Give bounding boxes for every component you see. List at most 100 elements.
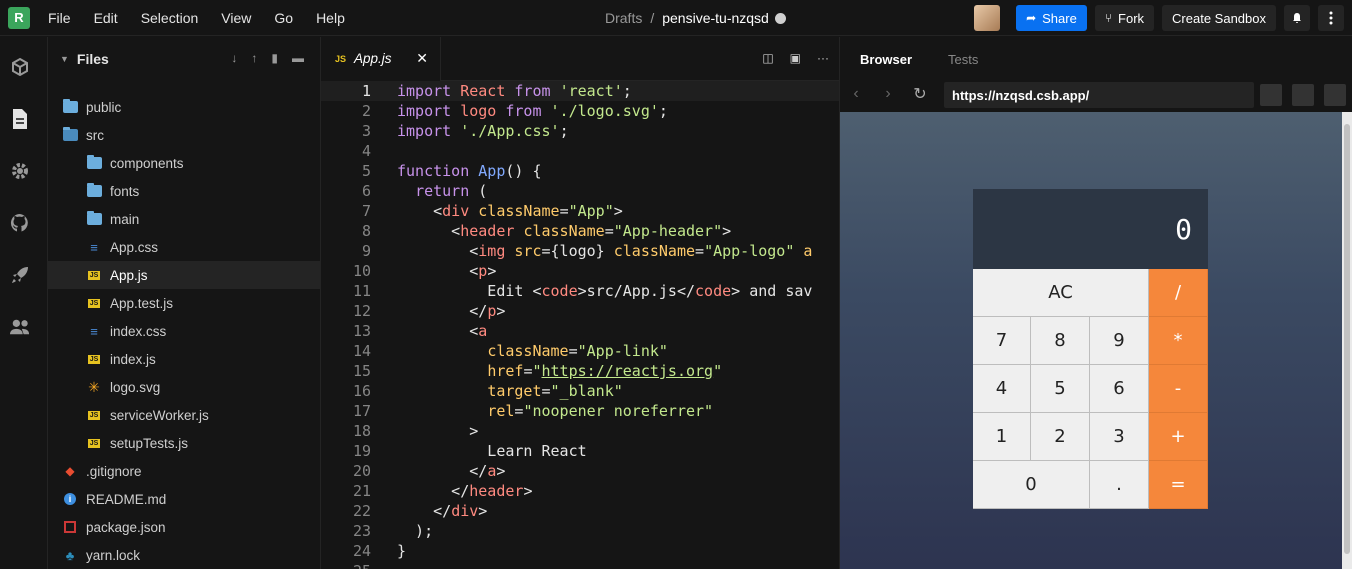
file-tree-label: logo.svg	[110, 379, 161, 395]
key-divide[interactable]: /	[1149, 269, 1208, 317]
file-tree-item[interactable]: package.json	[48, 513, 320, 541]
js-file-icon: JS	[87, 270, 101, 280]
info-icon: i	[62, 492, 78, 506]
file-tree-item[interactable]: main	[48, 205, 320, 233]
key-4[interactable]: 4	[973, 365, 1031, 413]
key-3[interactable]: 3	[1090, 413, 1149, 461]
sandbox-info-icon[interactable]	[10, 57, 30, 77]
key-0[interactable]: 0	[973, 461, 1090, 509]
file-tree-item[interactable]: ≡ App.css	[48, 233, 320, 261]
more-options-icon[interactable]	[1318, 5, 1344, 31]
breadcrumb-drafts[interactable]: Drafts	[605, 10, 642, 26]
code-editor: JS App.js ✕ ◫ ▣ ··· 1 import React from '…	[320, 36, 840, 569]
open-new-window-icon[interactable]	[1292, 84, 1314, 106]
preview-icon[interactable]: ▣	[790, 51, 801, 65]
tab-tests[interactable]: Tests	[948, 52, 978, 67]
fullscreen-icon[interactable]	[1324, 84, 1346, 106]
key-ac[interactable]: AC	[973, 269, 1149, 317]
split-view-icon[interactable]: ◫	[762, 51, 773, 65]
files-header[interactable]: ▼ Files ↓ ↑ ▮ ▬	[48, 37, 320, 81]
menu-view[interactable]: View	[221, 10, 251, 26]
file-tree-item[interactable]: components	[48, 149, 320, 177]
file-tree-item[interactable]: ◆ .gitignore	[48, 457, 320, 485]
collapse-arrow-icon[interactable]: ▼	[60, 54, 69, 64]
key-2[interactable]: 2	[1031, 413, 1090, 461]
upload-icon[interactable]: ↑	[251, 51, 257, 65]
rocket-icon[interactable]	[10, 265, 30, 285]
key-equals[interactable]: =	[1149, 461, 1208, 509]
file-tree-item[interactable]: ✳ logo.svg	[48, 373, 320, 401]
code-area[interactable]: 1 import React from 'react'; 2 import logo…	[321, 81, 840, 569]
folder-icon	[62, 99, 78, 114]
team-icon[interactable]	[10, 317, 30, 337]
url-input[interactable]: https://nzqsd.csb.app/	[944, 82, 1254, 108]
back-icon[interactable]: ‹	[840, 85, 872, 103]
key-5[interactable]: 5	[1031, 365, 1090, 413]
key-decimal[interactable]: .	[1090, 461, 1149, 509]
key-add[interactable]: +	[1149, 413, 1208, 461]
key-multiply[interactable]: *	[1149, 317, 1208, 365]
menu-selection[interactable]: Selection	[141, 10, 199, 26]
github-icon[interactable]	[10, 213, 30, 233]
file-tree-item[interactable]: fonts	[48, 177, 320, 205]
codesandbox-logo[interactable]: R	[8, 6, 30, 29]
avatar[interactable]	[974, 5, 1001, 31]
menu-go[interactable]: Go	[274, 10, 293, 26]
file-tree-label: App.css	[110, 239, 159, 255]
tab-browser[interactable]: Browser	[860, 52, 912, 67]
top-bar: R File Edit Selection View Go Help Draft…	[0, 0, 1352, 36]
file-tree-item[interactable]: ≡ index.css	[48, 317, 320, 345]
menu-edit[interactable]: Edit	[94, 10, 118, 26]
new-folder-icon[interactable]: ▬	[292, 51, 304, 65]
more-icon[interactable]: ···	[817, 51, 829, 65]
code-line: 15 href="https://reactjs.org"	[352, 362, 723, 380]
forward-icon[interactable]: ›	[872, 85, 904, 103]
sandbox-name[interactable]: pensive-tu-nzqsd	[662, 10, 769, 26]
file-tree-label: setupTests.js	[110, 435, 189, 451]
menu-help[interactable]: Help	[316, 10, 345, 26]
close-icon[interactable]: ✕	[416, 50, 428, 67]
preview-scrollbar[interactable]	[1342, 112, 1352, 569]
file-tree-item[interactable]: JS index.js	[48, 345, 320, 373]
js-file-icon: JS	[87, 438, 101, 448]
file-tree-item[interactable]: i README.md	[48, 485, 320, 513]
key-8[interactable]: 8	[1031, 317, 1090, 365]
tab-app-js[interactable]: JS App.js ✕	[321, 36, 441, 81]
file-tree-item[interactable]: src	[48, 121, 320, 149]
file-tree-item[interactable]: ♣ yarn.lock	[48, 541, 320, 569]
key-7[interactable]: 7	[973, 317, 1031, 365]
key-9[interactable]: 9	[1090, 317, 1149, 365]
file-tree-item[interactable]: JS App.js	[48, 261, 320, 289]
refresh-icon[interactable]: ↻	[904, 84, 936, 104]
files-toolbar: ↓ ↑ ▮ ▬	[231, 51, 304, 65]
code-line: 13 <a	[352, 322, 488, 340]
key-6[interactable]: 6	[1090, 365, 1149, 413]
scrollbar-thumb[interactable]	[1344, 124, 1350, 554]
file-tree-item[interactable]: public	[48, 93, 320, 121]
file-tree-label: serviceWorker.js	[110, 407, 209, 423]
menu-file[interactable]: File	[48, 10, 71, 26]
file-explorer-icon[interactable]	[10, 109, 30, 129]
calculator-display: 0	[973, 189, 1208, 269]
browser-tabs: Browser Tests	[840, 37, 1352, 81]
gear-icon[interactable]	[10, 161, 30, 181]
file-tree-label: fonts	[110, 183, 140, 199]
globe-icon[interactable]	[774, 12, 786, 24]
file-tree-label: src	[86, 127, 104, 143]
file-tree-item[interactable]: JS serviceWorker.js	[48, 401, 320, 429]
file-tree-item[interactable]: JS App.test.js	[48, 289, 320, 317]
bell-icon[interactable]	[1284, 5, 1310, 31]
file-tree-item[interactable]: JS setupTests.js	[48, 429, 320, 457]
editor-tab-bar: JS App.js ✕ ◫ ▣ ···	[321, 36, 839, 81]
fork-button[interactable]: ⑂ Fork	[1094, 5, 1155, 31]
download-icon[interactable]: ↓	[231, 51, 237, 65]
new-file-icon[interactable]: ▮	[271, 51, 278, 65]
key-subtract[interactable]: -	[1149, 365, 1208, 413]
devtools-icon[interactable]	[1260, 84, 1282, 106]
code-line: 12 </p>	[352, 302, 506, 320]
share-button[interactable]: ➦ Share	[1016, 5, 1087, 31]
file-tree-label: yarn.lock	[86, 547, 141, 563]
key-1[interactable]: 1	[973, 413, 1031, 461]
files-panel: ▼ Files ↓ ↑ ▮ ▬ public src components fonts…	[48, 37, 368, 569]
create-sandbox-button[interactable]: Create Sandbox	[1162, 5, 1276, 31]
